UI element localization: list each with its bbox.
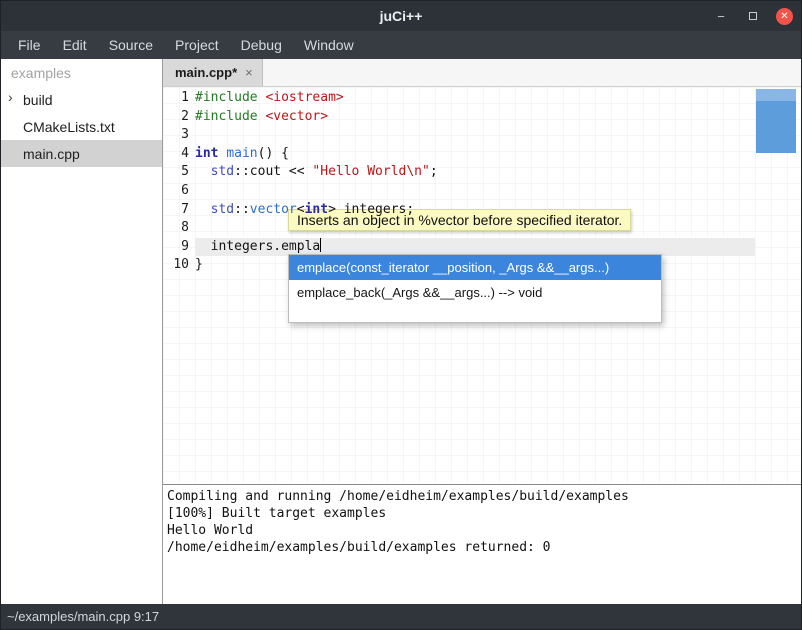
console-output: Compiling and running /home/eidheim/exam…	[163, 484, 801, 604]
autocomplete-item[interactable]: emplace(const_iterator __position, _Args…	[289, 255, 661, 280]
menu-item-source[interactable]: Source	[98, 33, 164, 57]
line-number: 6	[163, 182, 189, 201]
menu-item-debug[interactable]: Debug	[230, 33, 293, 57]
code-token: <iostream>	[265, 90, 343, 105]
line-number: 3	[163, 126, 189, 145]
minimize-button[interactable]: −	[712, 7, 730, 25]
code-line[interactable]: 5 std::cout << "Hello World\n";	[163, 163, 801, 182]
line-number: 4	[163, 145, 189, 164]
console-line: [100%] Built target examples	[167, 505, 797, 522]
tree-item-cmakelists-txt[interactable]: CMakeLists.txt	[1, 113, 162, 140]
console-line: Hello World	[167, 522, 797, 539]
code-token: ;	[430, 164, 438, 179]
code-token: #include	[195, 109, 265, 124]
code-line[interactable]: 6	[163, 182, 801, 201]
project-name: examples	[1, 59, 162, 86]
code-token: }	[195, 257, 203, 272]
tree-item-main-cpp[interactable]: main.cpp	[1, 140, 162, 167]
menu-item-window[interactable]: Window	[293, 33, 365, 57]
code-text: int main() {	[195, 145, 289, 164]
line-number: 1	[163, 89, 189, 108]
menu-item-edit[interactable]: Edit	[52, 33, 98, 57]
menubar: FileEditSourceProjectDebugWindow	[1, 31, 801, 59]
code-line[interactable]: 4 int main() {	[163, 145, 801, 164]
app-window: juCi++ − ✕ FileEditSourceProjectDebugWin…	[0, 0, 802, 630]
scrollbar-overview[interactable]	[756, 89, 796, 153]
line-number: 5	[163, 163, 189, 182]
line-number: 9	[163, 238, 189, 257]
code-token: () {	[258, 146, 289, 161]
file-tree: › build CMakeLists.txt main.cpp	[1, 86, 162, 167]
window-title: juCi++	[1, 8, 801, 24]
code-text: integers.empla	[195, 238, 321, 257]
code-token: std	[211, 202, 234, 217]
code-text: #include <vector>	[195, 108, 328, 127]
line-number: 2	[163, 108, 189, 127]
code-text: std::vector<int> integers;	[195, 201, 414, 220]
line-number: 8	[163, 219, 189, 238]
code-token: vector	[250, 202, 297, 217]
main-panel: main.cpp* × 1 #include <iostream> 2 #includ…	[163, 59, 801, 604]
line-number: 10	[163, 256, 189, 275]
autocomplete-item[interactable]: emplace_back(_Args &&__args...) --> void	[289, 280, 661, 305]
tab-main-cpp[interactable]: main.cpp* ×	[163, 59, 263, 86]
code-token: main	[226, 146, 257, 161]
tabbar: main.cpp* ×	[163, 59, 801, 87]
content: examples › build CMakeLists.txt main.cpp ma…	[1, 59, 801, 604]
maximize-button[interactable]	[744, 7, 762, 25]
tree-item-label: main.cpp	[23, 146, 80, 162]
tree-item-label: build	[23, 92, 53, 108]
code-token: int	[195, 146, 218, 161]
code-text: }	[195, 256, 203, 275]
code-token: > integers;	[328, 202, 414, 217]
line-number: 7	[163, 201, 189, 220]
chevron-right-icon: ›	[8, 89, 13, 105]
tree-item-build[interactable]: › build	[1, 86, 162, 113]
menu-item-file[interactable]: File	[7, 33, 52, 57]
autocomplete-popup: emplace(const_iterator __position, _Args…	[288, 254, 662, 323]
code-token: <vector>	[265, 109, 328, 124]
code-token: <	[297, 202, 305, 217]
code-text: #include <iostream>	[195, 89, 344, 108]
close-button[interactable]: ✕	[776, 8, 793, 25]
code-token: int	[305, 202, 328, 217]
code-line[interactable]: 3	[163, 126, 801, 145]
code-token: ::cout <<	[234, 164, 312, 179]
maximize-icon	[749, 12, 757, 20]
tab-close-icon[interactable]: ×	[245, 65, 253, 80]
code-area: 1 #include <iostream> 2 #include <vector> 34…	[163, 89, 801, 275]
titlebar[interactable]: juCi++ − ✕	[1, 1, 801, 31]
statusbar-location: ~/examples/main.cpp 9:17	[7, 609, 159, 624]
code-text: std::cout << "Hello World\n";	[195, 163, 438, 182]
code-editor[interactable]: 1 #include <iostream> 2 #include <vector> 34…	[163, 87, 801, 484]
menu-item-project[interactable]: Project	[164, 33, 230, 57]
code-token	[195, 164, 211, 179]
statusbar: ~/examples/main.cpp 9:17	[1, 604, 801, 629]
tab-label: main.cpp*	[175, 65, 237, 80]
code-token: #include	[195, 90, 265, 105]
code-token: integers.empla	[195, 239, 320, 254]
code-token: ::	[234, 202, 250, 217]
code-token	[195, 202, 211, 217]
text-cursor	[320, 238, 321, 252]
console-line: Compiling and running /home/eidheim/exam…	[167, 488, 797, 505]
code-token: "Hello World\n"	[312, 164, 429, 179]
window-controls: − ✕	[712, 1, 793, 31]
code-line[interactable]: 1 #include <iostream>	[163, 89, 801, 108]
code-token: std	[211, 164, 234, 179]
tree-item-label: CMakeLists.txt	[23, 119, 115, 135]
code-line[interactable]: 2 #include <vector>	[163, 108, 801, 127]
console-line: /home/eidheim/examples/build/examples re…	[167, 539, 797, 556]
file-tree-sidebar: examples › build CMakeLists.txt main.cpp	[1, 59, 163, 604]
